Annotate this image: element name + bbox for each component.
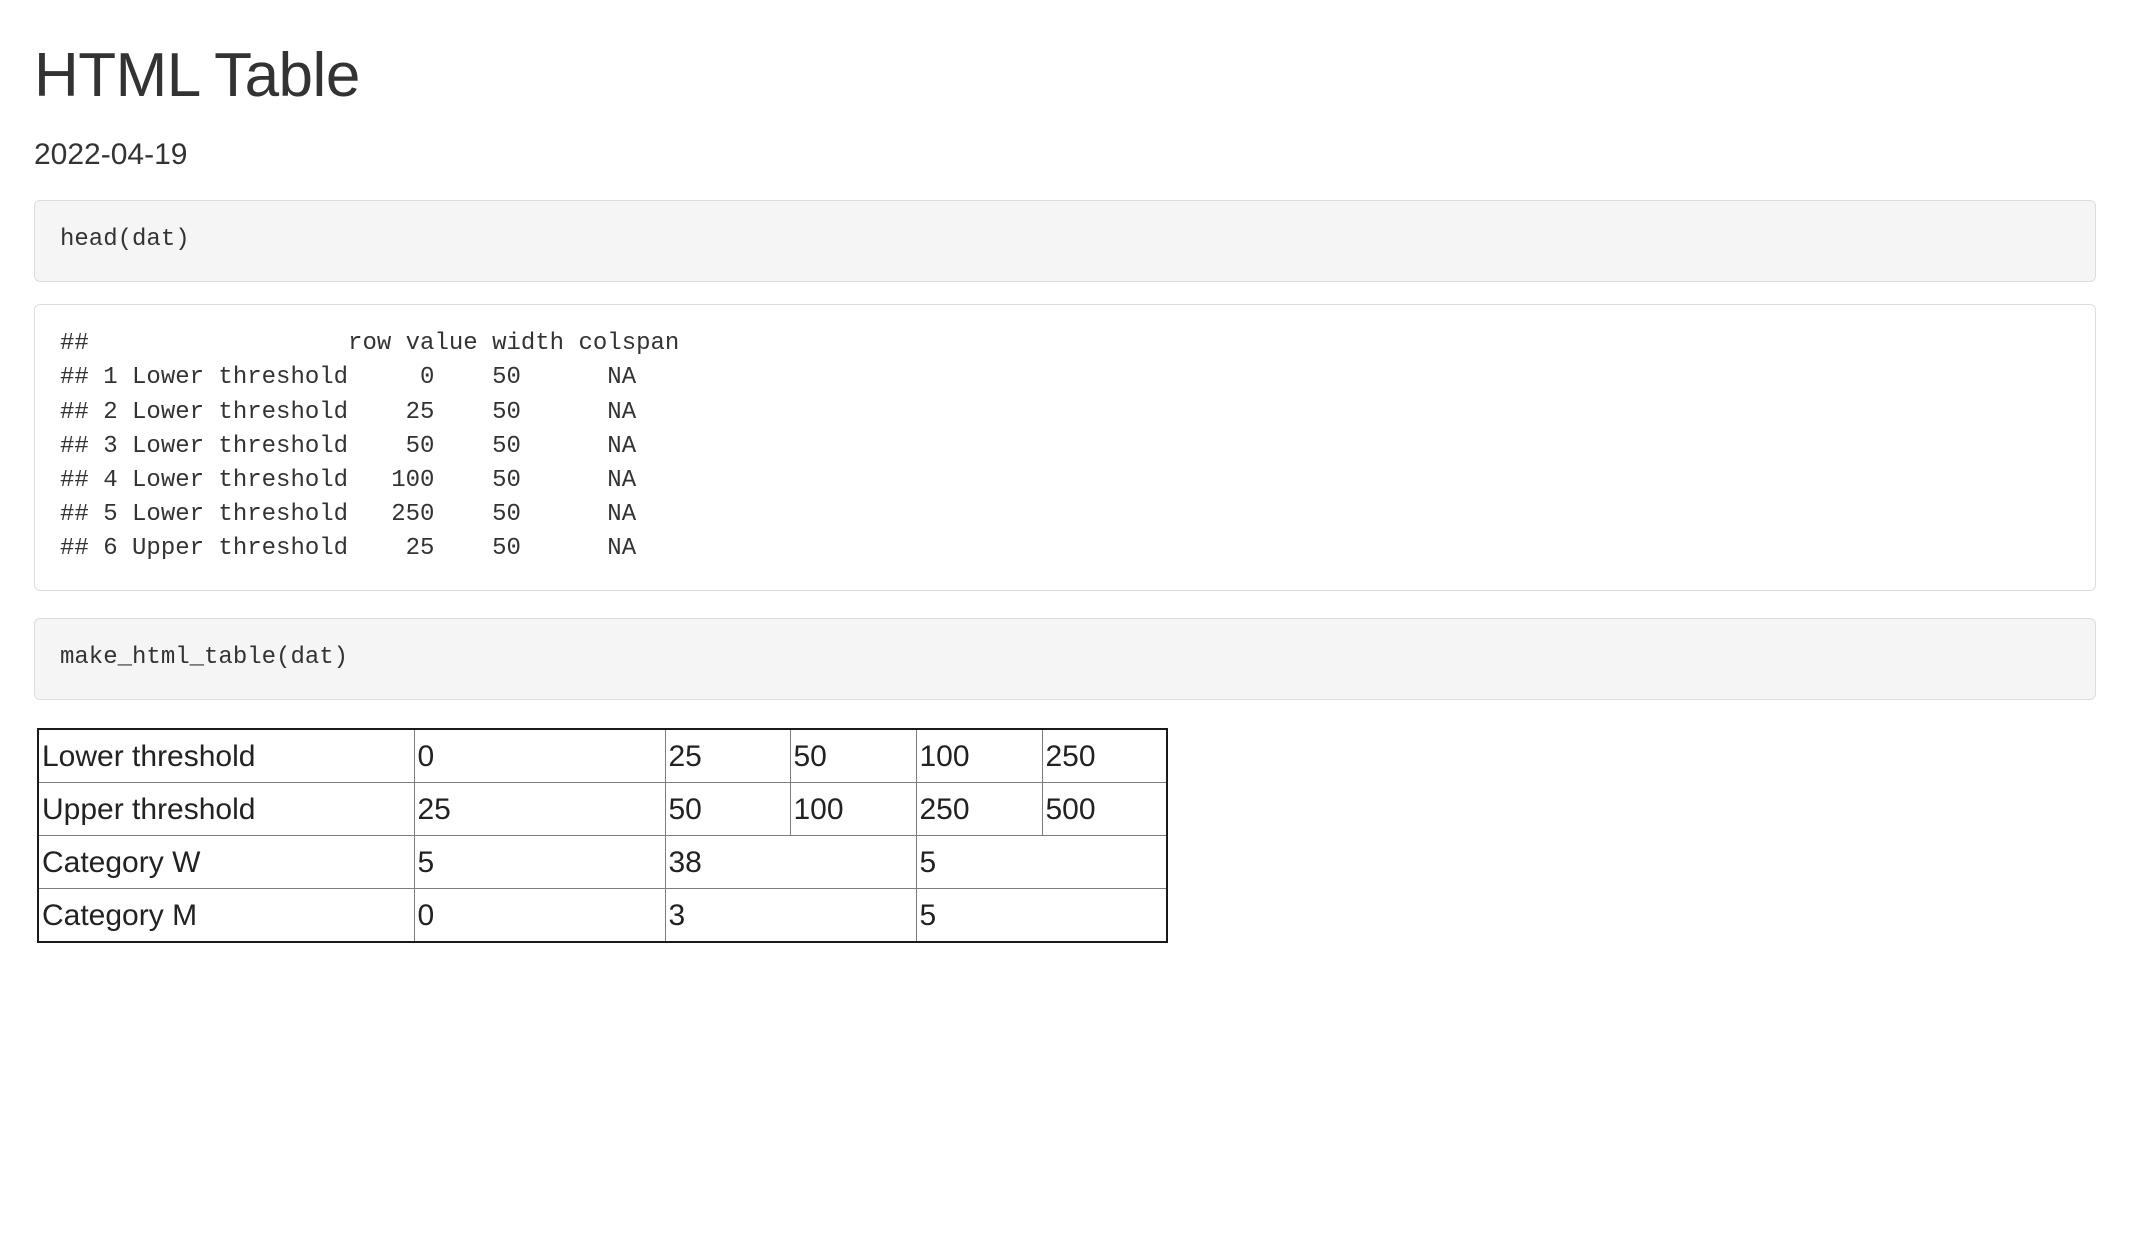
code-text-head: head(dat) bbox=[60, 226, 190, 254]
table-cell: 0 bbox=[413, 888, 666, 942]
table-cell: 100 bbox=[915, 729, 1043, 783]
rendered-html-table: Lower threshold 0 25 50 100 250 Upper threshol… bbox=[37, 728, 1168, 943]
table-cell: 5 bbox=[915, 888, 1167, 942]
output-chunk-head: ## row value width colspan ## 1 Lower th… bbox=[34, 304, 2096, 591]
table-cell: 3 bbox=[664, 888, 917, 942]
page-title: HTML Table bbox=[34, 41, 360, 110]
table-cell: 5 bbox=[915, 835, 1167, 889]
rendered-table-body: Lower threshold 0 25 50 100 250 Upper threshol… bbox=[38, 729, 1167, 942]
table-row: Lower threshold 0 25 50 100 250 bbox=[38, 729, 1167, 783]
table-cell: 500 bbox=[1041, 782, 1167, 836]
table-cell: 5 bbox=[413, 835, 666, 889]
table-cell: 50 bbox=[789, 729, 917, 783]
table-row: Category M035 bbox=[38, 888, 1167, 942]
output-text-head: ## row value width colspan ## 1 Lower th… bbox=[60, 330, 680, 562]
table-row: Category W 5 38 5 bbox=[38, 835, 1167, 889]
document-body: HTML Table 2022-04-19 head(dat) ## row v… bbox=[0, 0, 2130, 943]
table-cell: 50 bbox=[664, 782, 791, 836]
table-row: Upper threshold 25 50 100 250 500 bbox=[38, 782, 1167, 836]
document-date: 2022-04-19 bbox=[34, 138, 188, 172]
table-row-label: Lower threshold bbox=[38, 729, 415, 783]
rendered-table-wrapper: Lower threshold 0 25 50 100 250 Upper threshol… bbox=[37, 728, 2096, 943]
table-cell: 25 bbox=[664, 729, 791, 783]
table-cell: 38 bbox=[664, 835, 917, 889]
table-cell: 100 bbox=[789, 782, 917, 836]
table-cell: 25 bbox=[413, 782, 666, 836]
code-chunk-head: head(dat) bbox=[34, 200, 2096, 283]
code-text-make-html-table: make_html_table(dat) bbox=[60, 643, 349, 671]
table-row-label: Upper threshold bbox=[38, 782, 415, 836]
table-cell: 0 bbox=[413, 729, 666, 783]
table-cell: 250 bbox=[915, 782, 1043, 836]
code-chunk-make-html-table: make_html_table(dat) bbox=[34, 617, 2096, 700]
table-row-label: Category M bbox=[38, 888, 415, 942]
table-cell: 250 bbox=[1041, 729, 1167, 783]
table-row-label: Category W bbox=[38, 835, 415, 889]
